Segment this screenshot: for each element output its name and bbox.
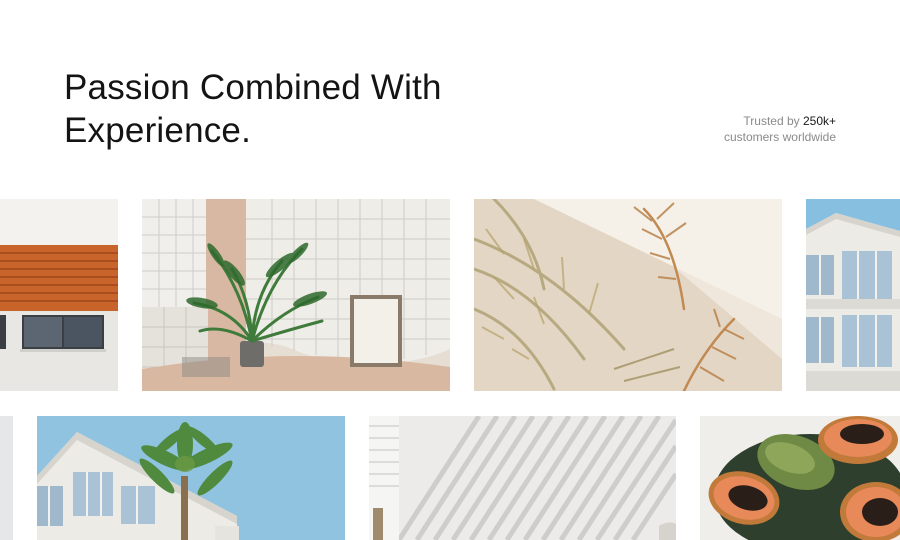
orange-awning-building-photo[interactable] [0,199,118,391]
white-building-blue-sky-photo[interactable] [806,199,900,391]
hero-title-line2: Experience. [64,111,252,150]
hero-title: Passion Combined With Experience. [64,66,524,152]
palm-tree-building-photo[interactable] [37,416,345,540]
trust-badge: Trusted by 250k+ customers worldwide [724,113,836,145]
trust-suffix: customers worldwide [723,130,836,144]
striped-light-shadows-photo[interactable] [369,416,676,540]
trust-prefix: Trusted by [743,114,803,128]
partial-edge-photo[interactable] [0,416,13,540]
hero-title-line1: Passion Combined With [64,68,442,107]
trust-count: 250k+ [802,114,836,128]
trust-line1: Trusted by 250k+ [724,113,836,129]
palm-leaf-shadows-photo[interactable] [474,199,782,391]
papaya-bowl-photo[interactable] [700,416,900,540]
tiled-room-palm-plant-photo[interactable] [142,199,450,391]
